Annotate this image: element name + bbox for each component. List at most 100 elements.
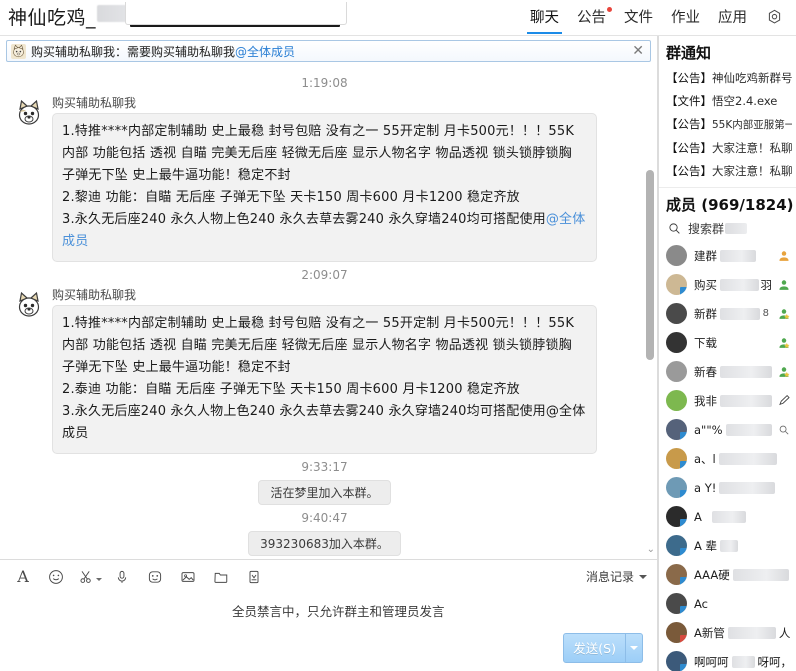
announcement-mention: @全体成员 — [235, 44, 296, 59]
close-icon[interactable]: ✕ — [630, 44, 646, 58]
notice-tag: 【公告】 — [666, 141, 712, 155]
avatar — [666, 332, 687, 353]
avatar — [666, 274, 687, 295]
redacted-search-text — [725, 223, 748, 234]
send-button[interactable]: 发送(S) — [563, 633, 626, 663]
message-history-button[interactable]: 消息记录 — [586, 568, 647, 585]
list-item[interactable]: A 辈 — [658, 531, 796, 560]
message-input-area[interactable]: 全员禁言中，只允许群主和管理员发言 发送(S) — [0, 593, 657, 671]
qq-status-flag-icon — [680, 548, 687, 556]
list-item[interactable]: 购买 羽 — [658, 270, 796, 299]
admin-star-icon — [776, 364, 792, 380]
redacted-name — [720, 365, 772, 378]
member-name-text: 新群 — [694, 306, 717, 321]
message-sender-name: 购买辅助私聊我 — [52, 96, 137, 110]
redacted-name — [719, 481, 776, 494]
list-item[interactable]: 我非 — [658, 386, 796, 415]
avatar[interactable] — [14, 290, 44, 320]
tab-homework[interactable]: 作业 — [662, 0, 709, 36]
list-item[interactable]: 建群 — [658, 241, 796, 270]
emoji-icon[interactable] — [43, 564, 69, 590]
font-icon-glyph: A — [17, 567, 29, 586]
scroll-down-chevron-icon[interactable]: ⌄ — [647, 544, 655, 555]
window-header: 神仙吃鸡_ 聊天 公告 文件 作业 应用 — [0, 0, 796, 36]
file-folder-icon[interactable] — [208, 564, 234, 590]
sticker-face-icon[interactable] — [142, 564, 168, 590]
message-line-1: 1.特推****内部定制辅助 史上最稳 封号包赔 没有之一 55开定制 月卡50… — [62, 316, 575, 375]
chat-scroll-region[interactable]: 1:19:08 购买辅助私聊我 1.特推****内部定制辅助 史上最稳 封号包赔… — [0, 62, 657, 559]
send-options-dropdown[interactable] — [626, 633, 643, 663]
notice-item-4[interactable]: 【公告】大家注意！私聊... — [666, 160, 792, 183]
message-line-1: 1.特推****内部定制辅助 史上最稳 封号包赔 没有之一 55开定制 月卡50… — [62, 124, 575, 183]
tab-apps[interactable]: 应用 — [709, 0, 756, 36]
list-item[interactable]: Ac — [658, 589, 796, 618]
sidebar-divider — [658, 36, 659, 671]
member-name-text: 下载 — [694, 335, 717, 350]
member-name: 建群 — [694, 248, 772, 264]
redacted-name — [731, 655, 755, 668]
qq-group-chat-window: 神仙吃鸡_ 聊天 公告 文件 作业 应用 购买辅助私聊我：需要购买辅助私聊我@全… — [0, 0, 796, 671]
member-name: AAA硬 — [694, 567, 792, 583]
edit-pencil-icon[interactable] — [776, 393, 792, 409]
list-item[interactable]: 下载 — [658, 328, 796, 357]
member-name: A新管 人 — [694, 625, 792, 641]
group-announcement-banner[interactable]: 购买辅助私聊我：需要购买辅助私聊我@全体成员 ✕ — [6, 40, 651, 62]
redacted-name — [720, 249, 756, 262]
system-message-text: 活在梦里加入本群。 — [258, 480, 391, 505]
notice-tag: 【公告】 — [666, 71, 712, 85]
notice-item-2[interactable]: 【公告】55K内部亚服第一 — [666, 113, 792, 137]
image-picture-icon[interactable] — [175, 564, 201, 590]
chevron-down-icon — [639, 574, 647, 579]
owner-crown-icon — [776, 248, 792, 264]
mute-notice-text: 全员禁言中，只允许群主和管理员发言 — [232, 604, 445, 619]
member-list[interactable]: 建群 购买 羽 新群 8 下载 新春 我非 a""% a、l a Y! A A … — [658, 241, 796, 671]
avatar — [666, 245, 687, 266]
qq-status-flag-icon — [680, 432, 687, 440]
gear-icon[interactable] — [762, 6, 786, 30]
list-item[interactable]: 啊呵呵 呀呵， — [658, 647, 796, 671]
member-name: 下载 — [694, 335, 772, 351]
member-name: a、l — [694, 451, 792, 467]
notice-item-1[interactable]: 【文件】悟空2.4.exe — [666, 90, 792, 113]
tab-chat-label: 聊天 — [530, 9, 559, 26]
search-small-icon — [776, 422, 792, 438]
member-search-row[interactable]: 搜索群 — [658, 217, 796, 241]
qq-status-flag-icon — [680, 519, 687, 527]
avatar[interactable] — [14, 98, 44, 128]
search-input[interactable]: 搜索群 — [688, 220, 724, 237]
notice-tag: 【公告】 — [666, 164, 712, 178]
avatar — [666, 390, 687, 411]
avatar — [666, 593, 687, 614]
message-column: 购买辅助私聊我 1.特推****内部定制辅助 史上最稳 封号包赔 没有之一 55… — [52, 288, 639, 454]
list-item[interactable]: a、l — [658, 444, 796, 473]
member-name-text: AAA硬 — [694, 567, 730, 582]
search-icon — [668, 222, 681, 235]
announcement-body: 需要购买辅助私聊我 — [127, 44, 236, 59]
avatar — [666, 477, 687, 498]
member-name: A — [694, 510, 792, 524]
list-item[interactable]: A — [658, 502, 796, 531]
tab-files[interactable]: 文件 — [615, 0, 662, 36]
list-item[interactable]: 新群 8 — [658, 299, 796, 328]
font-icon[interactable]: A — [10, 564, 36, 590]
member-name: a Y! — [694, 481, 792, 495]
voice-microphone-icon[interactable] — [109, 564, 135, 590]
notice-item-3[interactable]: 【公告】大家注意！私聊... — [666, 137, 792, 160]
tab-files-label: 文件 — [624, 9, 653, 26]
tab-chat[interactable]: 聊天 — [521, 0, 568, 36]
notice-text: 大家注意！私聊... — [712, 164, 792, 178]
list-item[interactable]: 新春 — [658, 357, 796, 386]
list-item[interactable]: a Y! — [658, 473, 796, 502]
avatar — [666, 506, 687, 527]
list-item[interactable]: a""% — [658, 415, 796, 444]
list-item[interactable]: AAA硬 — [658, 560, 796, 589]
notice-item-0[interactable]: 【公告】神仙吃鸡新群号... — [666, 67, 792, 90]
tab-announcements[interactable]: 公告 — [568, 0, 615, 36]
screenshot-scissors-icon[interactable] — [76, 564, 102, 590]
list-item[interactable]: A新管 人 — [658, 618, 796, 647]
chat-scrollbar-thumb[interactable] — [646, 170, 654, 360]
shake-window-icon[interactable] — [241, 564, 267, 590]
avatar — [666, 419, 687, 440]
message-column: 购买辅助私聊我 1.特推****内部定制辅助 史上最稳 封号包赔 没有之一 55… — [52, 96, 639, 262]
qq-status-flag-icon — [680, 606, 687, 614]
